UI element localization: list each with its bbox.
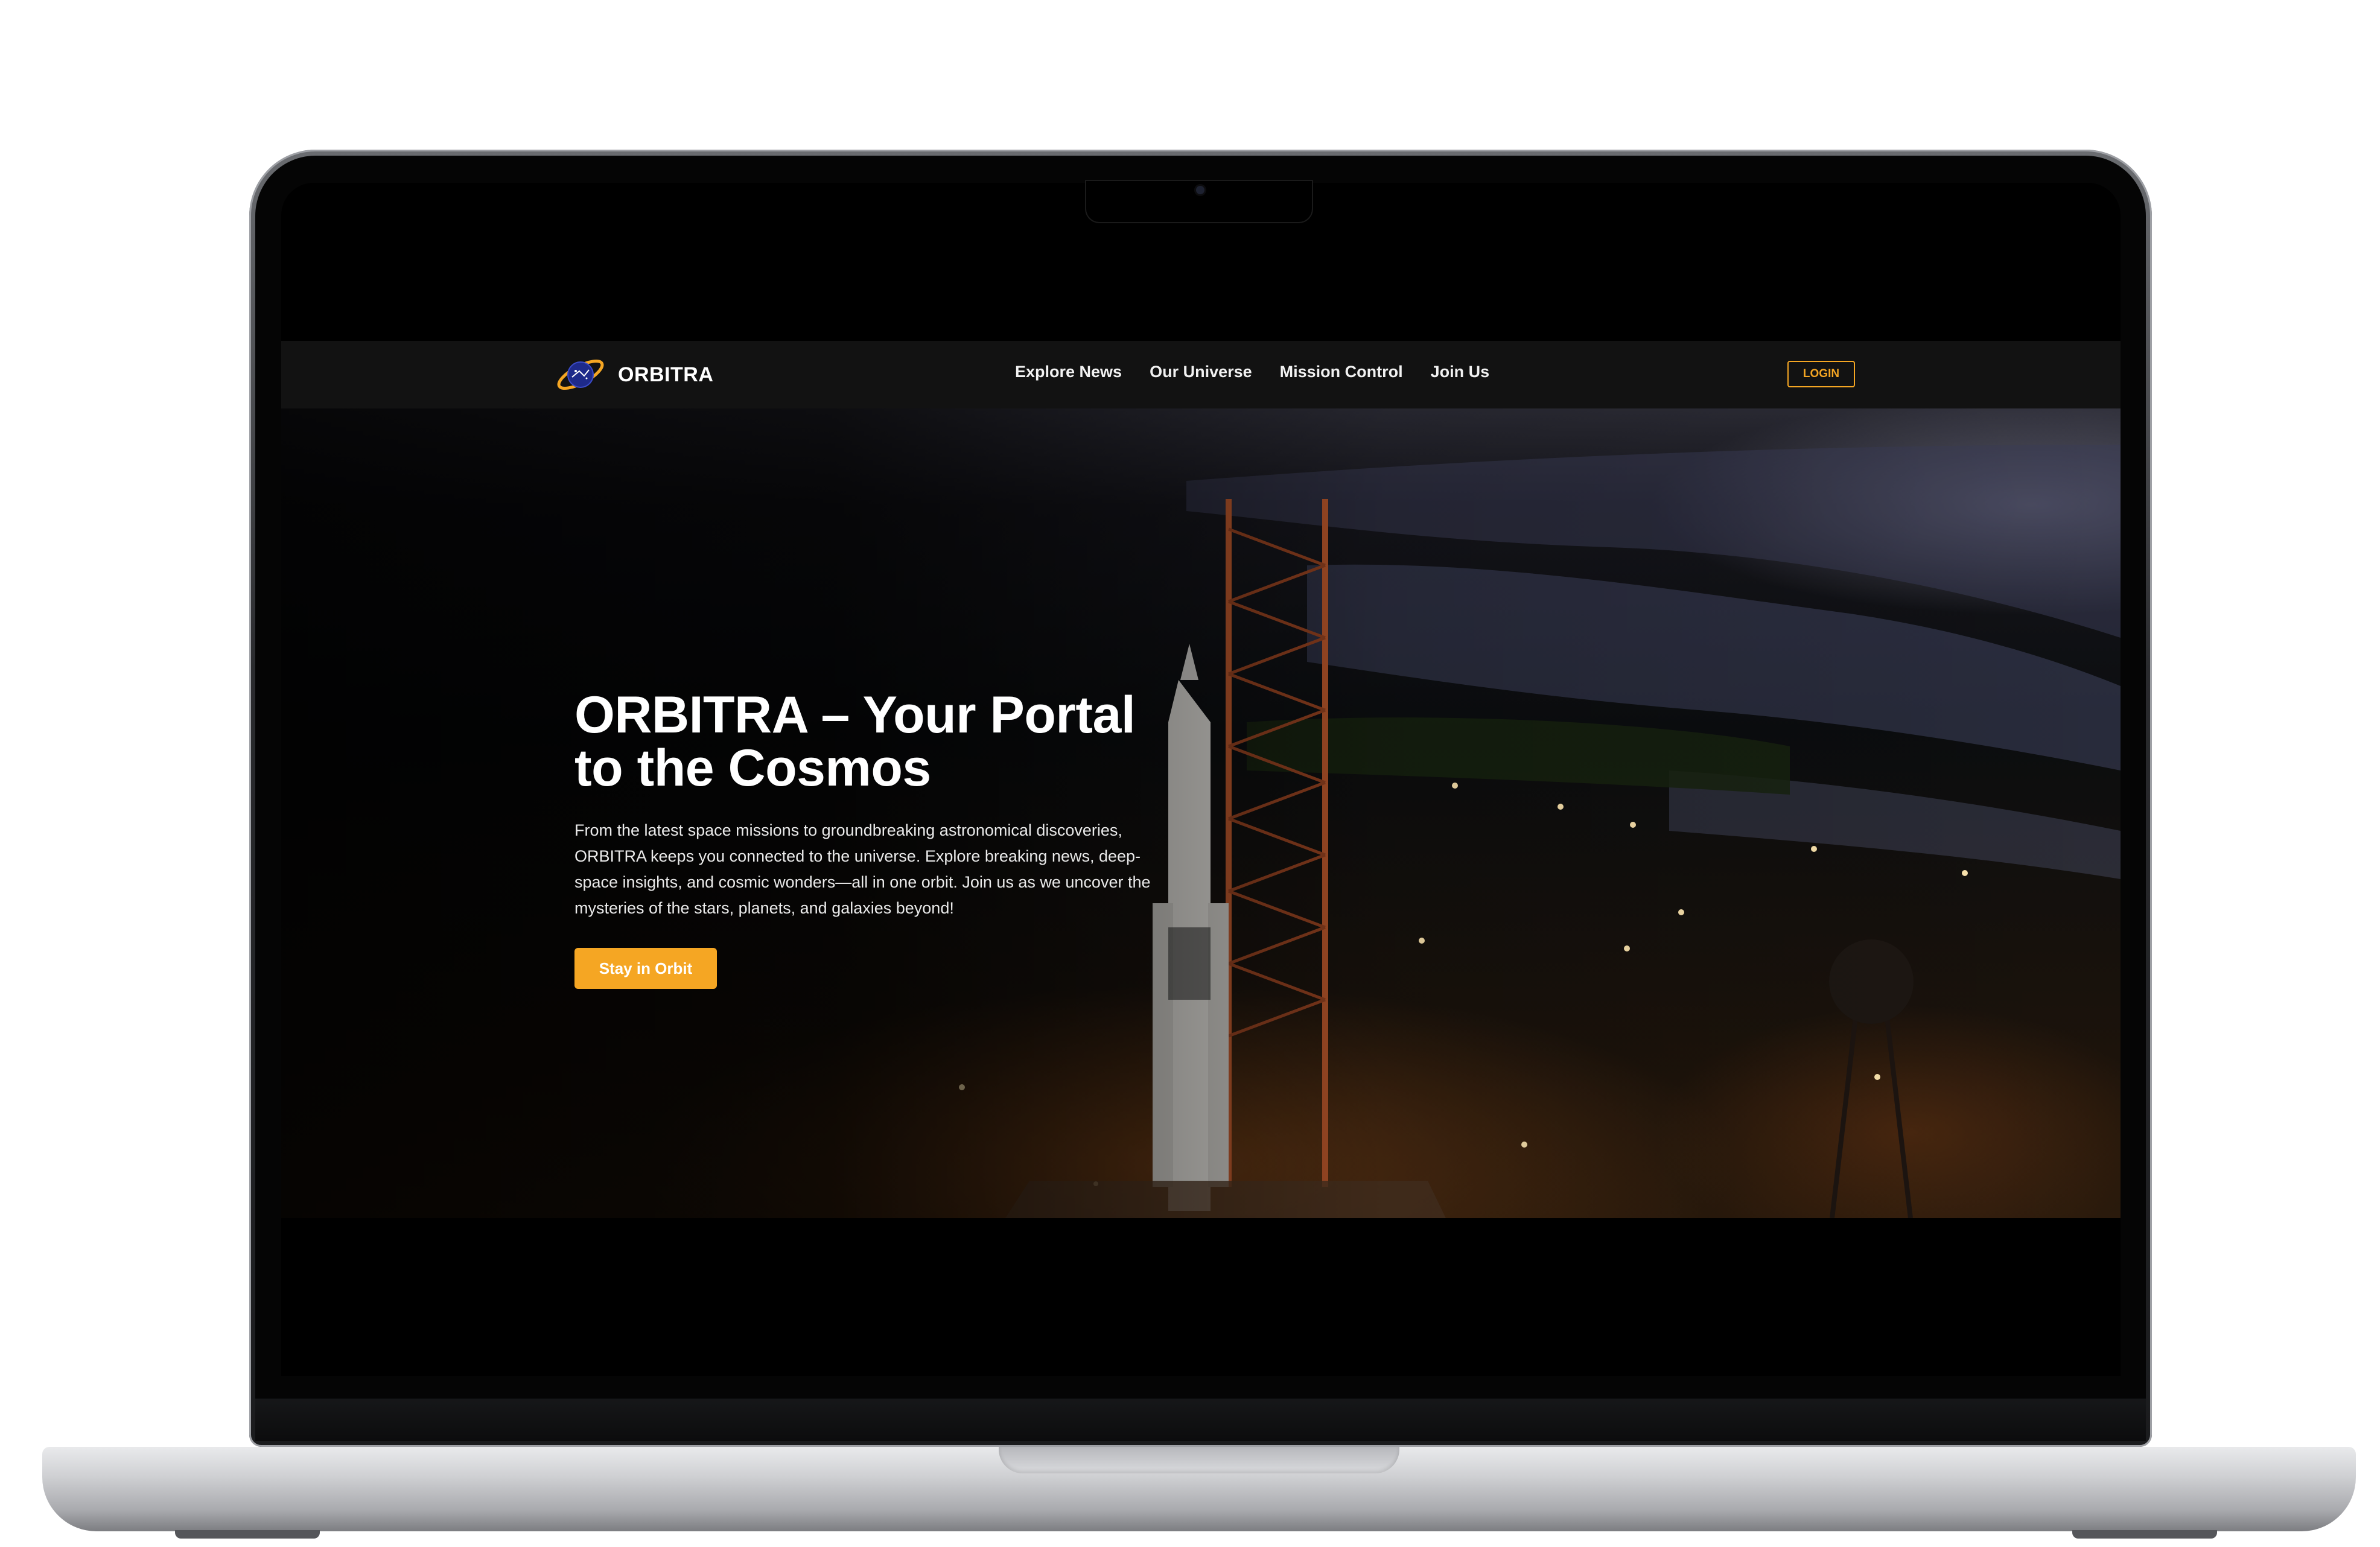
hero-overlay xyxy=(281,408,2121,1218)
hero-content: ORBITRA – Your Portal to the Cosmos From… xyxy=(574,688,1190,989)
laptop-foot-right xyxy=(2072,1530,2217,1539)
login-button[interactable]: LOGIN xyxy=(1787,361,1855,387)
device-mockup: ORBITRA Explore News Our Universe Missio… xyxy=(0,0,2380,1547)
nav-our-universe[interactable]: Our Universe xyxy=(1150,363,1252,381)
camera-icon xyxy=(1196,186,1204,194)
laptop-chin xyxy=(255,1399,2146,1441)
nav-mission-control[interactable]: Mission Control xyxy=(1280,363,1403,381)
brand-name: ORBITRA xyxy=(618,363,714,386)
orbit-logo-icon xyxy=(557,360,604,390)
stay-in-orbit-button[interactable]: Stay in Orbit xyxy=(574,948,717,989)
main-nav: Explore News Our Universe Mission Contro… xyxy=(1015,363,1489,381)
site-navbar: ORBITRA Explore News Our Universe Missio… xyxy=(281,341,2121,408)
hero-section: ORBITRA – Your Portal to the Cosmos From… xyxy=(281,408,2121,1218)
nav-join-us[interactable]: Join Us xyxy=(1431,363,1490,381)
brand[interactable]: ORBITRA xyxy=(554,354,713,395)
nav-explore-news[interactable]: Explore News xyxy=(1015,363,1122,381)
hero-description: From the latest space missions to ground… xyxy=(574,821,1151,917)
hero-title: ORBITRA – Your Portal to the Cosmos xyxy=(574,686,1136,797)
laptop-thumb-notch xyxy=(999,1447,1399,1473)
laptop-foot-left xyxy=(175,1530,320,1539)
laptop-screen: ORBITRA Explore News Our Universe Missio… xyxy=(281,183,2121,1376)
